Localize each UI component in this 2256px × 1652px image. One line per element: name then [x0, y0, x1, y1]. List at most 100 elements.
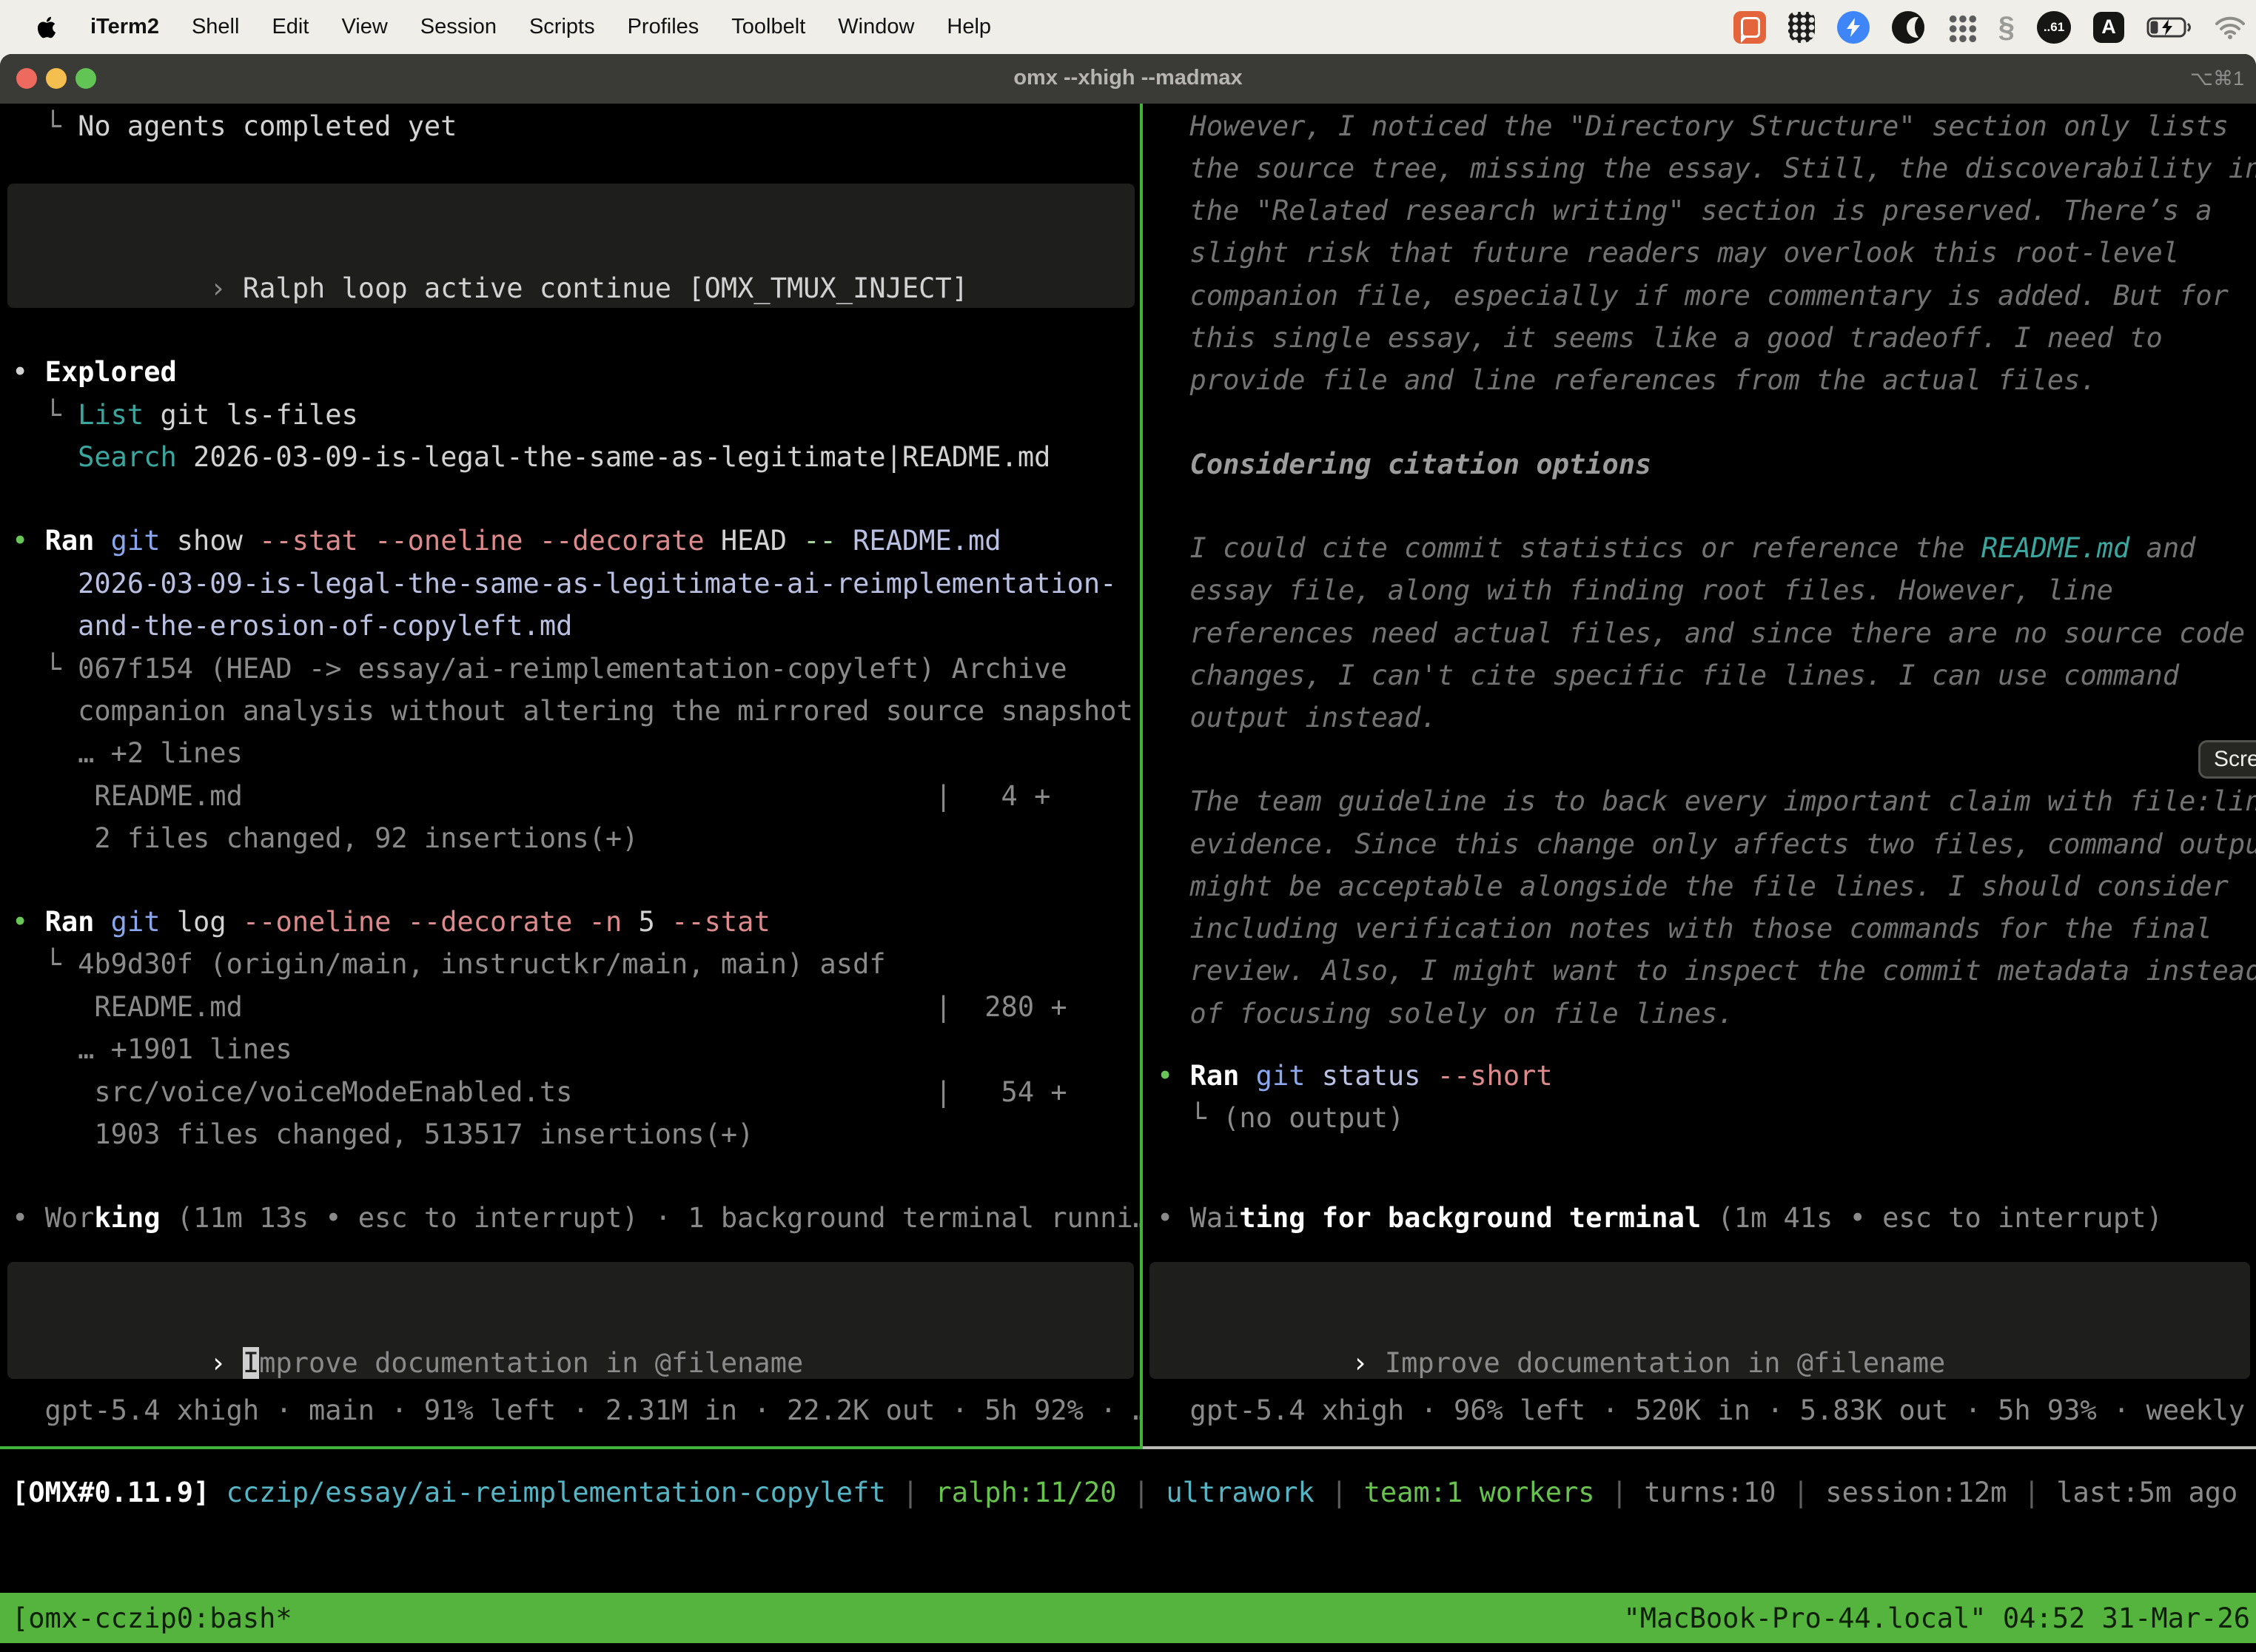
menu-iterm2[interactable]: iTerm2 [90, 15, 159, 39]
screen-overlay-pill[interactable]: Scre [2198, 740, 2256, 779]
omx-status-segment: last:5m ago [2056, 1477, 2237, 1508]
terminal-line: • Explored [12, 351, 177, 394]
omx-status-segment: | [2007, 1477, 2056, 1508]
window-title-bar[interactable]: omx --xhigh --madmax ⌥⌘1 [0, 54, 2256, 104]
terminal-line: and-the-erosion-of-copyleft.md [12, 605, 572, 648]
text-cursor: I [243, 1347, 259, 1379]
terminal-line: Search 2026-03-09-is-legal-the-same-as-l… [12, 436, 1050, 479]
battery-icon[interactable] [2146, 16, 2192, 38]
terminal-line: 2 files changed, 92 insertions(+) [12, 817, 638, 860]
terminal-line: the "Related research writing" section i… [1157, 189, 2212, 232]
shield-grid-icon[interactable] [1788, 12, 1815, 43]
omx-status-segment: turns:10 [1644, 1477, 1776, 1508]
window-shortcut-badge: ⌥⌘1 [2190, 67, 2244, 90]
terminal-content: › Ralph loop active continue [OMX_TMUX_I… [0, 104, 2256, 1652]
letter-a-icon[interactable]: A [2093, 12, 2124, 43]
tmux-session-label: [omx-cczip0:bash* [12, 1597, 292, 1639]
terminal-line: … +2 lines [12, 732, 243, 775]
menu-scripts[interactable]: Scripts [529, 15, 595, 39]
moon-circle-icon[interactable] [1892, 11, 1924, 44]
injected-prompt-box: › Ralph loop active continue [OMX_TMUX_I… [7, 184, 1135, 308]
menu-window[interactable]: Window [838, 15, 914, 39]
terminal-line: provide file and line references from th… [1157, 359, 2097, 402]
terminal-line: └ No agents completed yet [12, 105, 457, 148]
terminal-line: evidence. Since this change only affects… [1157, 823, 2256, 866]
terminal-line: changes, I can't cite specific file line… [1157, 654, 2179, 697]
terminal-line: … +1901 lines [12, 1028, 292, 1071]
menu-shell[interactable]: Shell [192, 15, 240, 39]
left-pane-bottom-border [0, 1446, 1143, 1449]
omx-status-line: [OMX#0.11.9] cczip/essay/ai-reimplementa… [12, 1471, 2237, 1514]
left-input-line[interactable]: › Improve documentation in @filename [12, 1299, 803, 1427]
apple-menu-icon[interactable] [36, 13, 61, 42]
terminal-line: README.md | 280 + [12, 986, 1067, 1029]
macos-menu-bar: iTerm2 Shell Edit View Session Scripts P… [0, 0, 2256, 54]
terminal-line: references need actual files, and since … [1157, 612, 2245, 655]
wifi-icon[interactable] [2215, 16, 2246, 39]
omx-status-segment: | [886, 1477, 936, 1508]
omx-status-segment: | [1315, 1477, 1364, 1508]
terminal-line: └ (no output) [1157, 1097, 1404, 1140]
window-title: omx --xhigh --madmax [0, 66, 2256, 90]
dots-grid-icon[interactable] [1947, 13, 1976, 42]
terminal-line: review. Also, I might want to inspect th… [1157, 950, 2256, 993]
menu-toolbelt[interactable]: Toolbelt [731, 15, 805, 39]
terminal-line: The team guideline is to back every impo… [1157, 780, 2256, 823]
terminal-line: README.md | 4 + [12, 775, 1050, 818]
injected-prompt-line: › Ralph loop active continue [OMX_TMUX_I… [12, 224, 968, 352]
screen-overlay-label: Scre [2214, 747, 2256, 772]
left-input-box[interactable]: › Improve documentation in @filename [7, 1262, 1134, 1379]
terminal-line: However, I noticed the "Directory Struct… [1157, 105, 2229, 148]
terminal-line: companion analysis without altering the … [12, 690, 1133, 733]
terminal-line: including verification notes with those … [1157, 907, 2212, 950]
terminal-line: 1903 files changed, 513517 insertions(+) [12, 1113, 753, 1156]
menu-help[interactable]: Help [947, 15, 991, 39]
menu-view[interactable]: View [341, 15, 387, 39]
terminal-line: output instead. [1157, 696, 1437, 739]
omx-status-segment: ralph:11/20 [935, 1477, 1116, 1508]
menu-session[interactable]: Session [420, 15, 497, 39]
terminal-line: • Waiting for background terminal (1m 41… [1157, 1197, 2163, 1240]
terminal-line: └ 067f154 (HEAD -> essay/ai-reimplementa… [12, 648, 1067, 691]
omx-status-segment: cczip/essay/ai-reimplementation-copyleft [226, 1477, 886, 1508]
tmux-status-bar[interactable]: [omx-cczip0:bash* "MacBook-Pro-44.local"… [0, 1593, 2256, 1643]
omx-status-segment: session:12m [1825, 1477, 2007, 1508]
menu-profiles[interactable]: Profiles [628, 15, 699, 39]
terminal-line: • Ran git log --oneline --decorate -n 5 … [12, 901, 771, 944]
menu-edit[interactable]: Edit [272, 15, 309, 39]
iterm2-window: omx --xhigh --madmax ⌥⌘1 › Ralph loop ac… [0, 54, 2256, 1652]
terminal-line: └ List git ls-files [12, 394, 358, 437]
terminal-line: of focusing solely on file lines. [1157, 993, 1734, 1035]
tmux-host-clock: "MacBook-Pro-44.local" 04:52 31-Mar-26 [1624, 1597, 2250, 1639]
terminal-line: companion file, especially if more comme… [1157, 275, 2229, 318]
omx-status-segment: | [1595, 1477, 1645, 1508]
terminal-line: 2026-03-09-is-legal-the-same-as-legitima… [12, 563, 1116, 605]
s-curl-icon[interactable]: § [1998, 13, 2015, 42]
terminal-line: I could cite commit statistics or refere… [1157, 527, 2195, 570]
terminal-line: • Ran git show --stat --oneline --decora… [12, 520, 1001, 563]
terminal-line: essay file, along with finding root file… [1157, 569, 2113, 612]
badge-61-icon[interactable]: ..61 [2037, 11, 2071, 44]
terminal-line: the source tree, missing the essay. Stil… [1157, 147, 2256, 190]
terminal-line: slight risk that future readers may over… [1157, 232, 2179, 275]
chat-app-icon[interactable] [1733, 11, 1766, 44]
right-pane-bottom-border [1143, 1446, 2256, 1449]
terminal-line: └ 4b9d30f (origin/main, instructkr/main,… [12, 943, 886, 986]
left-agent-pane[interactable]: › Ralph loop active continue [OMX_TMUX_I… [0, 104, 1140, 1449]
menu-bar-status-area: § ..61 A [1733, 0, 2246, 54]
omx-status-segment: team:1 workers [1364, 1477, 1595, 1508]
right-input-line[interactable]: › Improve documentation in @filename [1154, 1299, 1945, 1427]
omx-status-segment: | [1117, 1477, 1166, 1508]
blue-lightning-icon[interactable] [1837, 11, 1870, 44]
pane-divider[interactable] [1140, 104, 1143, 1448]
right-agent-pane[interactable]: However, I noticed the "Directory Struct… [1142, 104, 2256, 1449]
terminal-line: • Working (11m 13s • esc to interrupt) ·… [12, 1197, 1140, 1240]
omx-status-segment: | [1776, 1477, 1826, 1508]
omx-status-segment [209, 1477, 226, 1508]
right-input-box[interactable]: › Improve documentation in @filename [1149, 1262, 2250, 1379]
terminal-line: src/voice/voiceModeEnabled.ts | 54 + [12, 1071, 1067, 1114]
terminal-line: • Ran git status --short [1157, 1055, 1553, 1098]
screen: iTerm2 Shell Edit View Session Scripts P… [0, 0, 2256, 1652]
prompt-chevron-icon: › [1352, 1347, 1385, 1379]
prompt-chevron-icon: › [209, 272, 243, 304]
